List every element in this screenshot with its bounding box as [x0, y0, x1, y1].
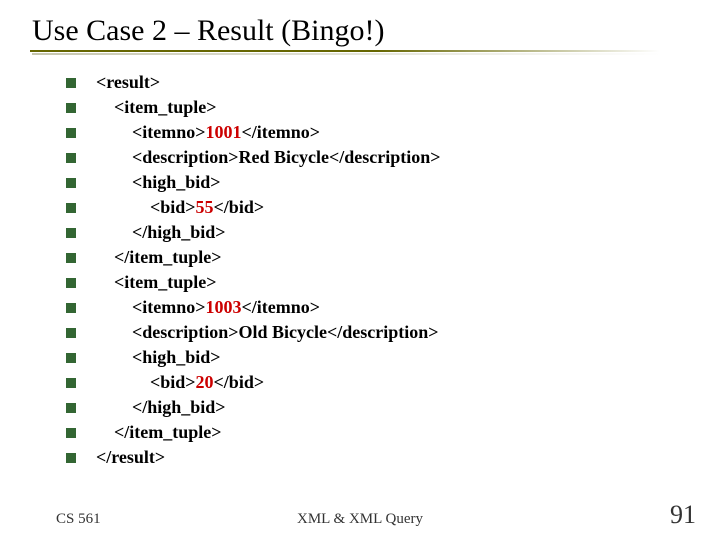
- code-text: <description>Red Bicycle</description>: [96, 147, 441, 167]
- square-bullet-icon: [66, 403, 76, 413]
- code-text: <item_tuple>: [96, 97, 217, 117]
- list-item: </high_bid>: [66, 222, 441, 247]
- square-bullet-icon: [66, 203, 76, 213]
- code-number: 20: [196, 372, 214, 392]
- code-text: </high_bid>: [96, 222, 226, 242]
- square-bullet-icon: [66, 428, 76, 438]
- square-bullet-icon: [66, 128, 76, 138]
- square-bullet-icon: [66, 178, 76, 188]
- code-text: </itemno>: [242, 122, 321, 142]
- list-item: <result>: [66, 72, 441, 97]
- footer: CS 561 XML & XML Query 91: [0, 504, 720, 528]
- title-rule-shadow: [32, 53, 662, 55]
- code-number: 1003: [206, 297, 242, 317]
- code-text: <itemno>: [96, 297, 206, 317]
- list-item: </result>: [66, 447, 441, 472]
- list-item: </item_tuple>: [66, 422, 441, 447]
- list-item: <high_bid>: [66, 347, 441, 372]
- list-item: <itemno>1001</itemno>: [66, 122, 441, 147]
- code-text: <description>Old Bicycle</description>: [96, 322, 439, 342]
- code-line: <item_tuple>: [96, 272, 217, 293]
- code-text: <high_bid>: [96, 172, 221, 192]
- list-item: <description>Red Bicycle</description>: [66, 147, 441, 172]
- code-text: <item_tuple>: [96, 272, 217, 292]
- square-bullet-icon: [66, 153, 76, 163]
- code-line: <itemno>1001</itemno>: [96, 122, 320, 143]
- list-item: <item_tuple>: [66, 97, 441, 122]
- list-item: <item_tuple>: [66, 272, 441, 297]
- code-text: </item_tuple>: [96, 247, 222, 267]
- square-bullet-icon: [66, 328, 76, 338]
- list-item: <bid>55</bid>: [66, 197, 441, 222]
- list-item: <high_bid>: [66, 172, 441, 197]
- code-line: <high_bid>: [96, 172, 221, 193]
- slide: Use Case 2 – Result (Bingo!) <result> <i…: [0, 0, 720, 540]
- code-text: </bid>: [214, 197, 265, 217]
- footer-center: XML & XML Query: [0, 511, 720, 528]
- slide-title: Use Case 2 – Result (Bingo!): [28, 8, 692, 48]
- code-line: <result>: [96, 72, 160, 93]
- list-item: </item_tuple>: [66, 247, 441, 272]
- code-text: <bid>: [96, 372, 196, 392]
- code-line: </item_tuple>: [96, 247, 222, 268]
- square-bullet-icon: [66, 278, 76, 288]
- code-text: </high_bid>: [96, 397, 226, 417]
- code-line: <high_bid>: [96, 347, 221, 368]
- list-item: <description>Old Bicycle</description>: [66, 322, 441, 347]
- code-number: 55: [196, 197, 214, 217]
- square-bullet-icon: [66, 103, 76, 113]
- code-line: <bid>20</bid>: [96, 372, 264, 393]
- code-text: </item_tuple>: [96, 422, 222, 442]
- footer-page-number: 91: [670, 500, 696, 530]
- square-bullet-icon: [66, 228, 76, 238]
- code-line: </high_bid>: [96, 397, 226, 418]
- code-text: </itemno>: [242, 297, 321, 317]
- code-text: </result>: [96, 447, 165, 467]
- code-line: <description>Old Bicycle</description>: [96, 322, 439, 343]
- square-bullet-icon: [66, 78, 76, 88]
- square-bullet-icon: [66, 353, 76, 363]
- code-line: <item_tuple>: [96, 97, 217, 118]
- square-bullet-icon: [66, 378, 76, 388]
- code-text: <itemno>: [96, 122, 206, 142]
- code-text: <result>: [96, 72, 160, 92]
- code-text: <bid>: [96, 197, 196, 217]
- code-text: </bid>: [214, 372, 265, 392]
- code-line: </high_bid>: [96, 222, 226, 243]
- code-line: <description>Red Bicycle</description>: [96, 147, 441, 168]
- square-bullet-icon: [66, 303, 76, 313]
- code-block: <result> <item_tuple> <itemno>1001</item…: [66, 72, 441, 472]
- list-item: </high_bid>: [66, 397, 441, 422]
- list-item: <bid>20</bid>: [66, 372, 441, 397]
- code-text: <high_bid>: [96, 347, 221, 367]
- code-line: </item_tuple>: [96, 422, 222, 443]
- code-line: <bid>55</bid>: [96, 197, 264, 218]
- list-item: <itemno>1003</itemno>: [66, 297, 441, 322]
- square-bullet-icon: [66, 253, 76, 263]
- title-rule: [30, 50, 660, 52]
- code-number: 1001: [206, 122, 242, 142]
- code-line: <itemno>1003</itemno>: [96, 297, 320, 318]
- code-line: </result>: [96, 447, 165, 468]
- square-bullet-icon: [66, 453, 76, 463]
